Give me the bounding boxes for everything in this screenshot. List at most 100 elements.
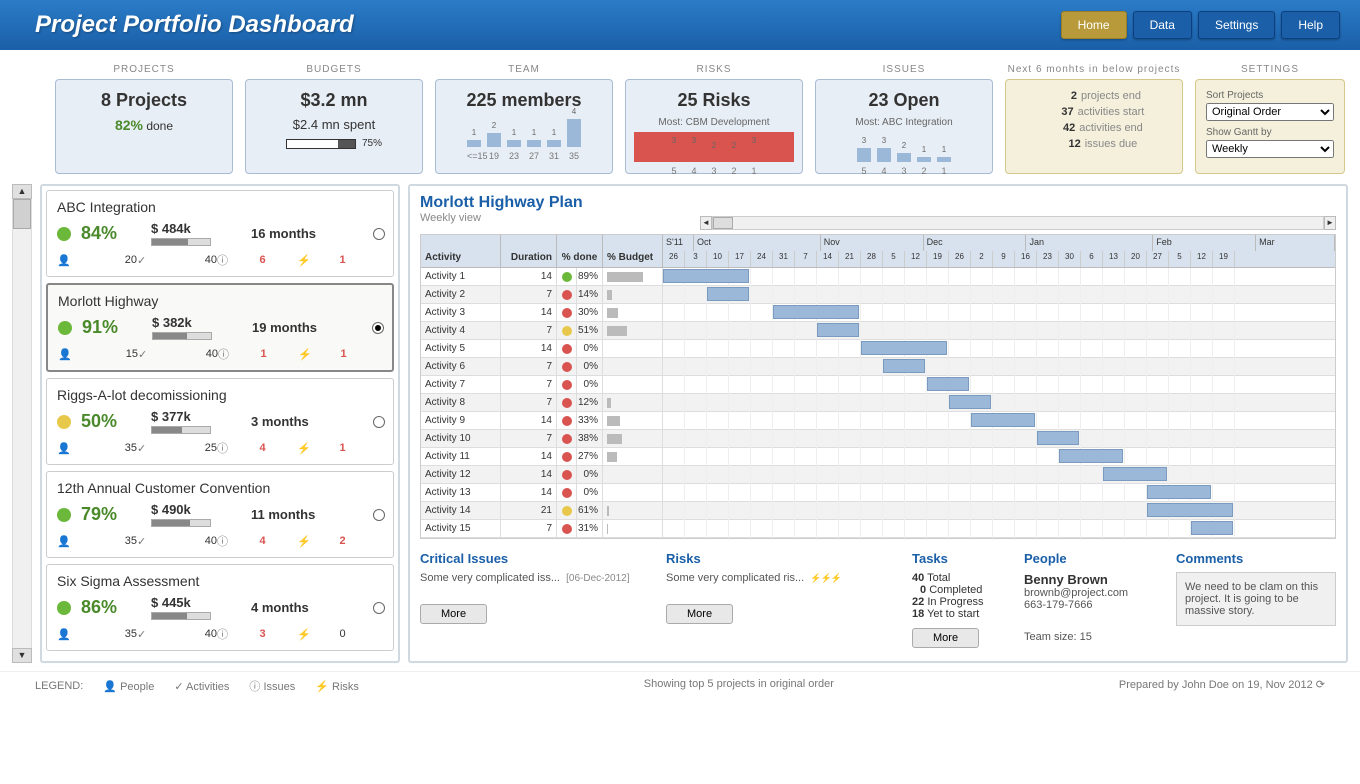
gantt-bar bbox=[1191, 521, 1233, 535]
project-budget: $ 377k bbox=[151, 409, 251, 424]
project-months: 19 months bbox=[252, 320, 332, 335]
project-budget: $ 490k bbox=[151, 502, 251, 517]
status-dot-icon bbox=[562, 434, 572, 444]
gantt-thumb[interactable] bbox=[713, 217, 733, 229]
project-radio[interactable] bbox=[373, 416, 385, 428]
tasks-more-button[interactable]: More bbox=[912, 628, 979, 648]
people-email: brownb@project.com bbox=[1024, 587, 1164, 599]
project-pct: 84% bbox=[81, 223, 131, 244]
project-card[interactable]: Six Sigma Assessment86%$ 445k4 months👤35… bbox=[46, 564, 394, 651]
status-dot-icon bbox=[562, 416, 572, 426]
activity-name: Activity 14 bbox=[421, 502, 501, 519]
status-dot-icon bbox=[562, 308, 572, 318]
gantt-row: Activity 2714% bbox=[421, 286, 1335, 304]
people-icon: 👤 bbox=[57, 535, 120, 548]
activity-pctdone: 0% bbox=[577, 376, 603, 393]
project-months: 4 months bbox=[251, 600, 331, 615]
nav-data-button[interactable]: Data bbox=[1133, 11, 1192, 39]
project-card[interactable]: Morlott Highway91%$ 382k19 months👤15✓40ⓘ… bbox=[46, 283, 394, 372]
detail-subtitle: Weekly view bbox=[420, 212, 700, 224]
activity-name: Activity 15 bbox=[421, 520, 501, 537]
tile-issues[interactable]: 23 Open Most: ABC Integration 33211 5432… bbox=[815, 79, 993, 174]
project-radio[interactable] bbox=[373, 602, 385, 614]
tile-team[interactable]: 225 members 121114 <=151923273135 bbox=[435, 79, 613, 174]
nav-settings-button[interactable]: Settings bbox=[1198, 11, 1275, 39]
project-radio[interactable] bbox=[373, 509, 385, 521]
tile-issues-label: ISSUES bbox=[815, 64, 993, 75]
panel-issues: Critical Issues Some very complicated is… bbox=[420, 551, 654, 648]
budget-bar bbox=[607, 434, 622, 444]
tile-issues-value: 23 Open bbox=[824, 90, 984, 111]
comments-text: We need to be clam on this project. It i… bbox=[1176, 572, 1336, 626]
status-dot-icon bbox=[562, 488, 572, 498]
tile-budgets-label: BUDGETS bbox=[245, 64, 423, 75]
tile-settings: Sort Projects Original Order Show Gantt … bbox=[1195, 79, 1345, 174]
activity-name: Activity 13 bbox=[421, 484, 501, 501]
project-name: 12th Annual Customer Convention bbox=[57, 480, 383, 496]
project-name: Six Sigma Assessment bbox=[57, 573, 383, 589]
project-name: Riggs-A-lot decomissioning bbox=[57, 387, 383, 403]
activity-duration: 7 bbox=[501, 520, 557, 537]
refresh-icon[interactable]: ⟳ bbox=[1316, 679, 1325, 691]
activity-pctdone: 61% bbox=[577, 502, 603, 519]
gantt-right-icon[interactable]: ► bbox=[1324, 216, 1336, 230]
gantt-row: Activity 12140% bbox=[421, 466, 1335, 484]
tile-risks-sub: Most: CBM Development bbox=[634, 117, 794, 128]
page-title: Project Portfolio Dashboard bbox=[35, 11, 1055, 39]
project-card[interactable]: Riggs-A-lot decomissioning50%$ 377k3 mon… bbox=[46, 378, 394, 465]
activity-duration: 7 bbox=[501, 394, 557, 411]
bolt-icon: ⚡ bbox=[315, 681, 329, 693]
status-dot-icon bbox=[562, 380, 572, 390]
issues-more-button[interactable]: More bbox=[420, 604, 487, 624]
activity-pctdone: 0% bbox=[577, 484, 603, 501]
gantt-left-icon[interactable]: ◄ bbox=[700, 216, 712, 230]
status-dot-icon bbox=[562, 272, 572, 282]
info-icon: ⓘ bbox=[217, 533, 255, 549]
project-budget: $ 382k bbox=[152, 315, 252, 330]
activity-duration: 14 bbox=[501, 304, 557, 321]
scroll-down-icon[interactable]: ▼ bbox=[12, 648, 32, 663]
tile-risks[interactable]: 25 Risks Most: CBM Development 33223 543… bbox=[625, 79, 803, 174]
tile-projects[interactable]: 8 Projects 82% done bbox=[55, 79, 233, 174]
status-dot-icon bbox=[562, 452, 572, 462]
sort-select[interactable]: Original Order bbox=[1206, 103, 1334, 121]
gantt-bar bbox=[707, 287, 749, 301]
check-icon: ✓ bbox=[137, 628, 200, 641]
status-dot-icon bbox=[562, 398, 572, 408]
scroll-thumb[interactable] bbox=[13, 199, 31, 229]
project-card[interactable]: 12th Annual Customer Convention79%$ 490k… bbox=[46, 471, 394, 558]
project-pct: 91% bbox=[82, 317, 132, 338]
bolt-icon: ⚡ bbox=[298, 348, 336, 361]
budget-bar bbox=[607, 506, 609, 516]
gantt-bar bbox=[949, 395, 991, 409]
project-budget: $ 445k bbox=[151, 595, 251, 610]
status-dot-icon bbox=[57, 227, 71, 241]
activity-name: Activity 1 bbox=[421, 268, 501, 285]
gantt-row: Activity 670% bbox=[421, 358, 1335, 376]
gantt-scrollbar[interactable]: ◄ ► bbox=[700, 216, 1336, 230]
gantt-bar bbox=[1059, 449, 1123, 463]
risks-more-button[interactable]: More bbox=[666, 604, 733, 624]
project-radio[interactable] bbox=[373, 228, 385, 240]
people-icon: 👤 bbox=[57, 628, 120, 641]
left-scrollbar[interactable]: ▲ ▼ bbox=[12, 184, 32, 663]
scroll-up-icon[interactable]: ▲ bbox=[12, 184, 32, 199]
people-icon: 👤 bbox=[58, 348, 121, 361]
activity-duration: 14 bbox=[501, 466, 557, 483]
risk-spark-icon: ⚡⚡⚡ bbox=[810, 573, 841, 583]
gantt-bar bbox=[1147, 485, 1211, 499]
nav-home-button[interactable]: Home bbox=[1061, 11, 1127, 39]
tile-budgets[interactable]: $3.2 mn $2.4 mn spent 75% bbox=[245, 79, 423, 174]
activity-pctdone: 0% bbox=[577, 358, 603, 375]
panel-comments: Comments We need to be clam on this proj… bbox=[1176, 551, 1336, 648]
nav-help-button[interactable]: Help bbox=[1281, 11, 1340, 39]
project-card[interactable]: ABC Integration84%$ 484k16 months👤20✓40ⓘ… bbox=[46, 190, 394, 277]
gantt-select[interactable]: Weekly bbox=[1206, 140, 1334, 158]
check-icon: ✓ bbox=[137, 254, 200, 267]
project-radio[interactable] bbox=[372, 322, 384, 334]
budget-bar bbox=[607, 308, 618, 318]
activity-name: Activity 9 bbox=[421, 412, 501, 429]
activity-pctdone: 89% bbox=[577, 268, 603, 285]
panel-risks: Risks Some very complicated ris... ⚡⚡⚡ M… bbox=[666, 551, 900, 648]
detail-panel: Morlott Highway Plan Weekly view ◄ ► Act… bbox=[408, 184, 1348, 663]
